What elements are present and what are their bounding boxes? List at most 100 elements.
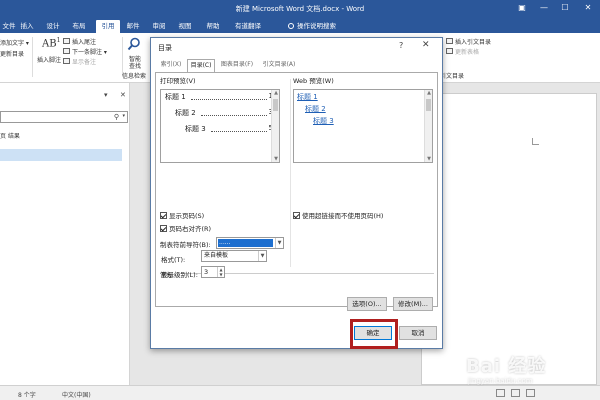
tab-design[interactable]: 设计 xyxy=(44,20,62,33)
search-input[interactable]: ⚲ ▾ xyxy=(0,111,128,123)
chevron-down-icon[interactable]: ▼ xyxy=(275,238,283,248)
footnote-ab-icon: AB1 xyxy=(42,37,61,50)
read-mode-icon[interactable] xyxy=(496,389,505,397)
ribbon-display-options-button[interactable]: ▣ xyxy=(515,2,529,14)
baidu-watermark: Bai 经验 jingyan.baidu.com xyxy=(466,350,596,390)
show-page-numbers-label: 显示页码(S) xyxy=(169,212,205,220)
maximize-button[interactable]: ☐ xyxy=(558,2,572,14)
web-preview-link-3[interactable]: 标题 3 xyxy=(313,116,334,126)
tab-help[interactable]: 帮助 xyxy=(204,20,222,33)
tab-review[interactable]: 审阅 xyxy=(150,20,168,33)
toc-dialog: 目录 ? ✕ 索引(X) 目录(C) 图表目录(F) 引文目录(A) 打印预览(… xyxy=(150,37,443,349)
formats-select[interactable]: 来自模板 ▼ xyxy=(201,250,267,262)
pane-close-icon[interactable]: ✕ xyxy=(120,91,126,99)
chevron-down-icon[interactable]: ▾ xyxy=(122,113,125,119)
use-hyperlinks-checkbox[interactable]: 使用超链接而不使用页码(H) xyxy=(293,210,383,220)
tab-layout[interactable]: 布局 xyxy=(70,20,88,33)
highlight-annotation xyxy=(350,319,398,349)
navpane-selected-item[interactable] xyxy=(0,149,122,161)
chevron-down-icon[interactable]: ▼ xyxy=(258,251,266,261)
tab-leader-value: ...... xyxy=(218,239,273,247)
levels-stepper[interactable]: 3 ▲ ▼ xyxy=(201,266,225,278)
modify-button[interactable]: 修改(M)... xyxy=(393,297,433,311)
web-preview-scrollbar[interactable]: ▲ ▼ xyxy=(424,90,432,162)
insert-endnote-icon xyxy=(63,38,70,44)
tab-index[interactable]: 索引(X) xyxy=(157,59,185,72)
print-preview-scrollbar[interactable]: ▲ ▼ xyxy=(271,90,279,162)
insert-endnote-button[interactable]: 插入尾注 xyxy=(72,37,96,46)
tab-toc[interactable]: 目录(C) xyxy=(187,59,215,72)
toc-leader-dots xyxy=(191,99,267,100)
watermark-sub: jingyan.baidu.com xyxy=(468,377,533,385)
insights-group-label: 信息检索 xyxy=(122,73,147,80)
tab-file[interactable]: 文件 xyxy=(2,20,16,33)
close-icon[interactable]: ✕ xyxy=(422,40,430,50)
scroll-down-icon[interactable]: ▼ xyxy=(426,156,432,162)
navpane-tabs[interactable]: 页 结果 xyxy=(0,131,20,140)
tab-table-of-authorities[interactable]: 引文目录(A) xyxy=(259,59,299,72)
print-preview-label: 打印预览(V) xyxy=(160,77,196,85)
formats-value: 来自模板 xyxy=(204,252,229,259)
web-preview-link-2[interactable]: 标题 2 xyxy=(305,104,326,114)
use-hyperlinks-label: 使用超链接而不使用页码(H) xyxy=(302,212,384,220)
show-notes-icon xyxy=(63,58,70,64)
ribbon-separator xyxy=(32,37,33,77)
pane-options-icon[interactable]: ▾ xyxy=(104,91,108,99)
checkbox-checked[interactable] xyxy=(160,225,167,232)
update-toc-button[interactable]: 更新目录 xyxy=(0,49,24,58)
tab-mailings[interactable]: 邮件 xyxy=(124,20,142,33)
checkbox-checked[interactable] xyxy=(293,212,300,219)
print-preview-entry-1: 标题 1 xyxy=(165,93,186,101)
margin-corner-mark xyxy=(532,138,539,145)
scroll-down-icon[interactable]: ▼ xyxy=(273,156,279,162)
checkbox-checked[interactable] xyxy=(160,212,167,219)
print-preview-entry-3: 标题 3 xyxy=(185,125,206,133)
scroll-thumb[interactable] xyxy=(426,99,431,111)
scroll-up-icon[interactable]: ▲ xyxy=(273,90,279,96)
insert-footnote-button[interactable]: 插入脚注 xyxy=(37,55,61,64)
minimize-button[interactable]: — xyxy=(537,2,551,14)
word-count[interactable]: 8 个字 xyxy=(18,390,36,399)
ribbon-tab-bar: 文件 插入 设计 布局 引用 邮件 审阅 视图 帮助 有道翻译 操作说明搜索 xyxy=(0,17,600,33)
print-layout-icon[interactable] xyxy=(511,389,520,397)
print-preview-box: 标题 1 1 标题 2 3 标题 3 5 ▲ ▼ xyxy=(160,89,280,163)
options-button[interactable]: 选项(O)... xyxy=(347,297,387,311)
toc-leader-dots xyxy=(211,131,267,132)
stepper-arrows-icon[interactable]: ▲ ▼ xyxy=(217,267,224,277)
show-notes-button[interactable]: 显示备注 xyxy=(72,57,96,66)
dialog-title: 目录 xyxy=(158,44,172,52)
tab-insert[interactable]: 插入 xyxy=(18,20,36,33)
tab-youdao-translate[interactable]: 有道翻译 xyxy=(230,20,266,33)
tab-leader-select[interactable]: ...... ▼ xyxy=(216,237,284,249)
web-preview-box: 标题 1 标题 2 标题 3 ▲ ▼ xyxy=(293,89,433,163)
scroll-thumb[interactable] xyxy=(273,99,278,111)
next-footnote-icon xyxy=(63,48,70,54)
help-icon[interactable]: ? xyxy=(399,41,403,50)
language-indicator[interactable]: 中文(中国) xyxy=(62,390,91,399)
insert-toa-button[interactable]: 插入引文目录 xyxy=(455,37,491,46)
web-preview-link-1[interactable]: 标题 1 xyxy=(297,92,318,102)
web-layout-icon[interactable] xyxy=(526,389,535,397)
search-icon: ⚲ xyxy=(113,113,119,121)
print-preview-entry-2: 标题 2 xyxy=(175,109,196,117)
cancel-button[interactable]: 取消 xyxy=(399,326,437,340)
tab-view[interactable]: 视图 xyxy=(176,20,194,33)
next-footnote-button[interactable]: 下一条脚注 ▾ xyxy=(72,47,107,56)
lightbulb-icon xyxy=(288,23,294,29)
add-text-button[interactable]: 添加文字 ▾ xyxy=(0,38,29,47)
update-table-icon xyxy=(446,48,453,54)
column-divider xyxy=(290,79,291,267)
tell-me-search[interactable]: 操作说明搜索 xyxy=(288,20,336,32)
right-align-checkbox[interactable]: 页码右对齐(R) xyxy=(160,223,211,233)
scroll-up-icon[interactable]: ▲ xyxy=(426,90,432,96)
close-window-button[interactable]: ✕ xyxy=(581,2,595,14)
formats-label: 格式(T): xyxy=(161,256,186,264)
update-table-button[interactable]: 更新表格 xyxy=(455,47,479,56)
right-align-label: 页码右对齐(R) xyxy=(169,225,212,233)
insert-toa-icon xyxy=(446,38,453,44)
tab-references[interactable]: 引用 xyxy=(96,20,120,33)
document-page[interactable] xyxy=(421,93,597,385)
tab-table-of-figures[interactable]: 图表目录(F) xyxy=(217,59,257,72)
toa-group-label: 引文目录 xyxy=(440,73,465,80)
show-page-numbers-checkbox[interactable]: 显示页码(S) xyxy=(160,210,204,220)
